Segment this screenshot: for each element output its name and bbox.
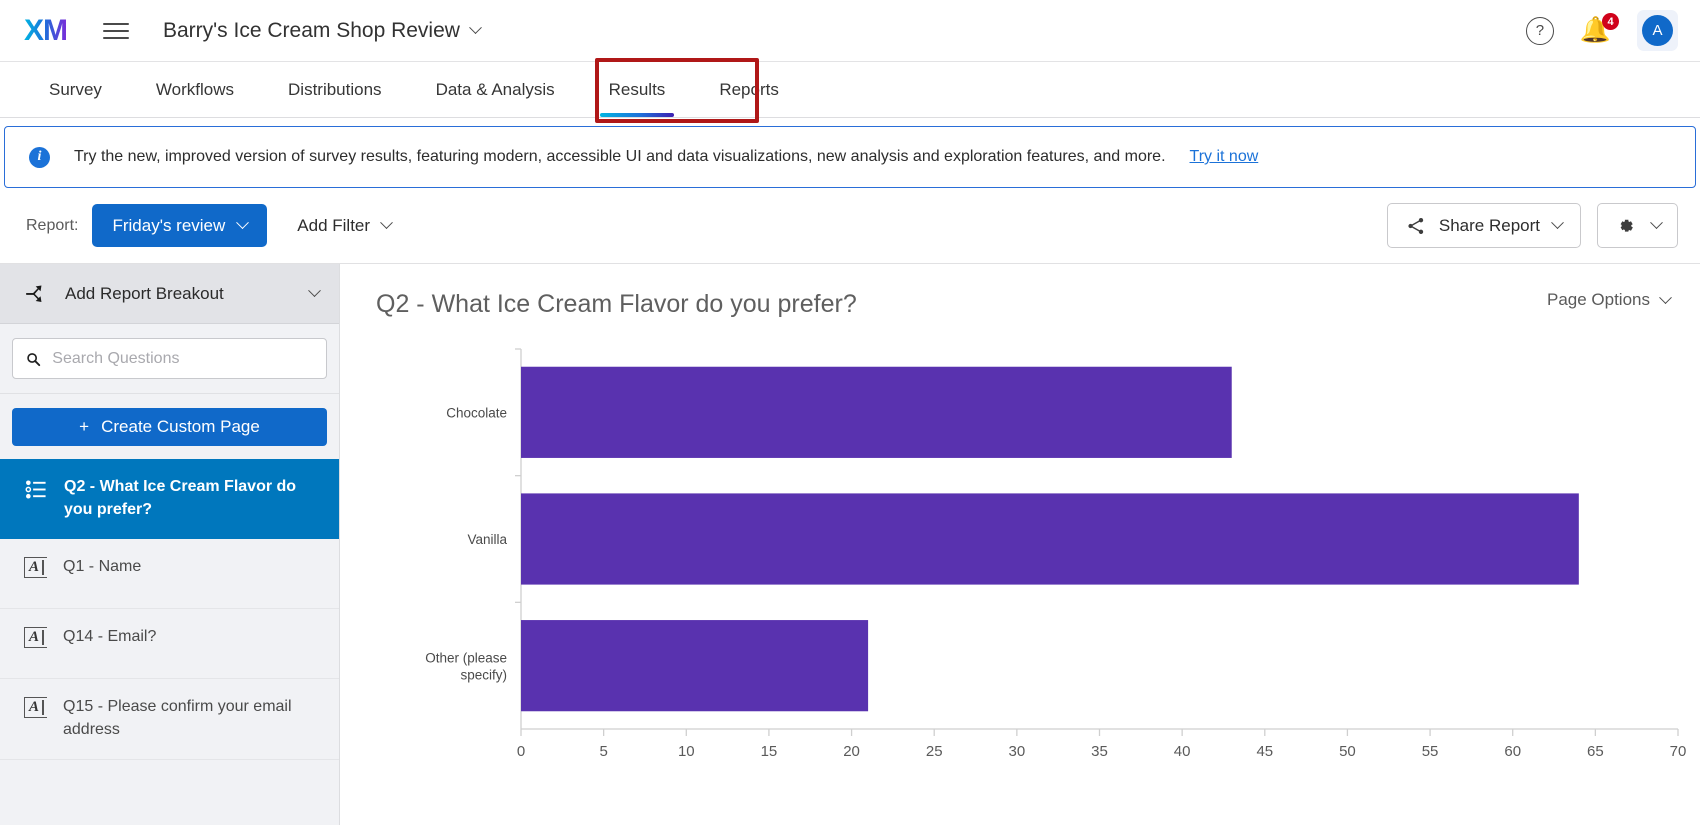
- main-navigation: Survey Workflows Distributions Data & An…: [0, 62, 1700, 118]
- text-entry-icon: A: [24, 627, 47, 648]
- report-label: Report:: [26, 217, 78, 235]
- report-selector-label: Friday's review: [112, 216, 225, 236]
- survey-title-label: Barry's Ice Cream Shop Review: [163, 19, 460, 43]
- sidebar-item-q15-label: Q15 - Please confirm your email address: [63, 696, 317, 741]
- svg-text:40: 40: [1174, 743, 1191, 760]
- sidebar-item-q14[interactable]: A Q14 - Email?: [0, 609, 339, 679]
- chart-container: 0510152025303540455055606570ChocolateVan…: [376, 341, 1670, 781]
- svg-text:25: 25: [926, 743, 943, 760]
- xm-logo: XM: [24, 16, 67, 46]
- svg-text:45: 45: [1256, 743, 1273, 760]
- share-report-label: Share Report: [1439, 216, 1540, 236]
- page-body: Add Report Breakout + Create Custom Page: [0, 264, 1700, 825]
- tab-results[interactable]: Results: [582, 62, 693, 117]
- search-questions-container: [0, 324, 339, 394]
- report-settings-button[interactable]: [1597, 203, 1678, 248]
- tab-workflows-label: Workflows: [156, 80, 234, 100]
- tab-data-and-analysis[interactable]: Data & Analysis: [409, 62, 582, 117]
- svg-text:Chocolate: Chocolate: [446, 405, 507, 420]
- gear-icon: [1614, 215, 1636, 237]
- help-icon-glyph: ?: [1536, 22, 1544, 39]
- svg-text:55: 55: [1422, 743, 1439, 760]
- info-icon: i: [29, 147, 50, 168]
- tab-survey-label: Survey: [49, 80, 102, 100]
- svg-text:15: 15: [761, 743, 778, 760]
- multiple-choice-icon: [24, 478, 48, 501]
- tab-reports[interactable]: Reports: [692, 62, 806, 117]
- tab-data-and-analysis-label: Data & Analysis: [436, 80, 555, 100]
- page-title: Q2 - What Ice Cream Flavor do you prefer…: [376, 290, 857, 319]
- svg-text:Other (please: Other (please: [425, 651, 507, 666]
- sidebar-item-q2-label: Q2 - What Ice Cream Flavor do you prefer…: [64, 476, 317, 521]
- help-icon[interactable]: ?: [1526, 17, 1554, 45]
- search-questions-box[interactable]: [12, 338, 327, 379]
- notifications-button[interactable]: 🔔 4: [1580, 18, 1611, 43]
- svg-text:Vanilla: Vanilla: [467, 532, 507, 547]
- survey-title-dropdown[interactable]: Barry's Ice Cream Shop Review: [163, 19, 480, 43]
- tab-workflows[interactable]: Workflows: [129, 62, 261, 117]
- top-bar: XM Barry's Ice Cream Shop Review ? 🔔 4 A: [0, 0, 1700, 62]
- add-report-breakout-button[interactable]: Add Report Breakout: [0, 264, 339, 324]
- report-selector-button[interactable]: Friday's review: [92, 204, 267, 247]
- report-main-panel: Q2 - What Ice Cream Flavor do you prefer…: [340, 264, 1700, 825]
- chevron-down-icon: [1650, 216, 1663, 229]
- page-options-button[interactable]: Page Options: [1547, 290, 1670, 310]
- new-results-banner: i Try the new, improved version of surve…: [4, 126, 1696, 188]
- svg-text:65: 65: [1587, 743, 1604, 760]
- sidebar-item-q15[interactable]: A Q15 - Please confirm your email addres…: [0, 679, 339, 759]
- report-sidebar: Add Report Breakout + Create Custom Page: [0, 264, 340, 825]
- chevron-down-icon: [1659, 291, 1672, 304]
- svg-text:70: 70: [1670, 743, 1687, 760]
- svg-text:20: 20: [843, 743, 860, 760]
- notification-badge: 4: [1602, 13, 1619, 30]
- tab-distributions-label: Distributions: [288, 80, 382, 100]
- breakout-icon: [22, 283, 47, 305]
- create-custom-page-button[interactable]: + Create Custom Page: [12, 408, 327, 446]
- svg-text:30: 30: [1009, 743, 1026, 760]
- chevron-down-icon: [236, 216, 249, 229]
- svg-text:35: 35: [1091, 743, 1108, 760]
- add-filter-label: Add Filter: [297, 216, 370, 236]
- account-menu-button[interactable]: A: [1637, 10, 1678, 51]
- share-icon: [1406, 216, 1426, 236]
- add-filter-button[interactable]: Add Filter: [297, 216, 391, 236]
- search-icon: [25, 350, 41, 368]
- horizontal-bar-chart: 0 5 10 15 20 25 30 35 40 45 50 55 60 65 70 Chocolate Van…: [376, 341, 1696, 781]
- try-it-now-link[interactable]: Try it now: [1190, 148, 1259, 166]
- add-report-breakout-label: Add Report Breakout: [65, 284, 224, 304]
- report-toolbar-actions: Share Report: [1387, 203, 1678, 248]
- avatar: A: [1642, 15, 1673, 46]
- report-toolbar: Report: Friday's review Add Filter Share…: [0, 188, 1700, 264]
- svg-text:specify): specify): [460, 668, 507, 683]
- svg-text:5: 5: [599, 743, 607, 760]
- sidebar-item-q1[interactable]: A Q1 - Name: [0, 539, 339, 609]
- create-custom-page-label: Create Custom Page: [101, 417, 260, 437]
- banner-message: Try the new, improved version of survey …: [74, 148, 1166, 166]
- tab-survey[interactable]: Survey: [22, 62, 129, 117]
- chevron-down-icon: [469, 21, 482, 34]
- page-options-label: Page Options: [1547, 290, 1650, 310]
- create-custom-page-container: + Create Custom Page: [0, 394, 339, 459]
- chevron-down-icon: [380, 216, 393, 229]
- text-entry-icon: A: [24, 697, 47, 718]
- svg-text:60: 60: [1504, 743, 1521, 760]
- svg-text:10: 10: [678, 743, 695, 760]
- sidebar-item-q1-label: Q1 - Name: [63, 556, 141, 579]
- share-report-button[interactable]: Share Report: [1387, 203, 1581, 248]
- chevron-down-icon: [1551, 216, 1564, 229]
- svg-text:0: 0: [517, 743, 525, 760]
- main-header: Q2 - What Ice Cream Flavor do you prefer…: [376, 290, 1670, 319]
- hamburger-menu-icon[interactable]: [103, 18, 129, 44]
- chevron-down-icon: [308, 284, 321, 297]
- search-input[interactable]: [52, 350, 314, 368]
- top-bar-actions: ? 🔔 4 A: [1526, 10, 1678, 51]
- sidebar-item-q2[interactable]: Q2 - What Ice Cream Flavor do you prefer…: [0, 459, 339, 539]
- plus-icon: +: [79, 417, 89, 437]
- tab-reports-label: Reports: [719, 80, 779, 100]
- sidebar-item-q14-label: Q14 - Email?: [63, 626, 156, 649]
- tab-distributions[interactable]: Distributions: [261, 62, 409, 117]
- tab-results-label: Results: [609, 80, 666, 100]
- text-entry-icon: A: [24, 557, 47, 578]
- svg-text:50: 50: [1339, 743, 1356, 760]
